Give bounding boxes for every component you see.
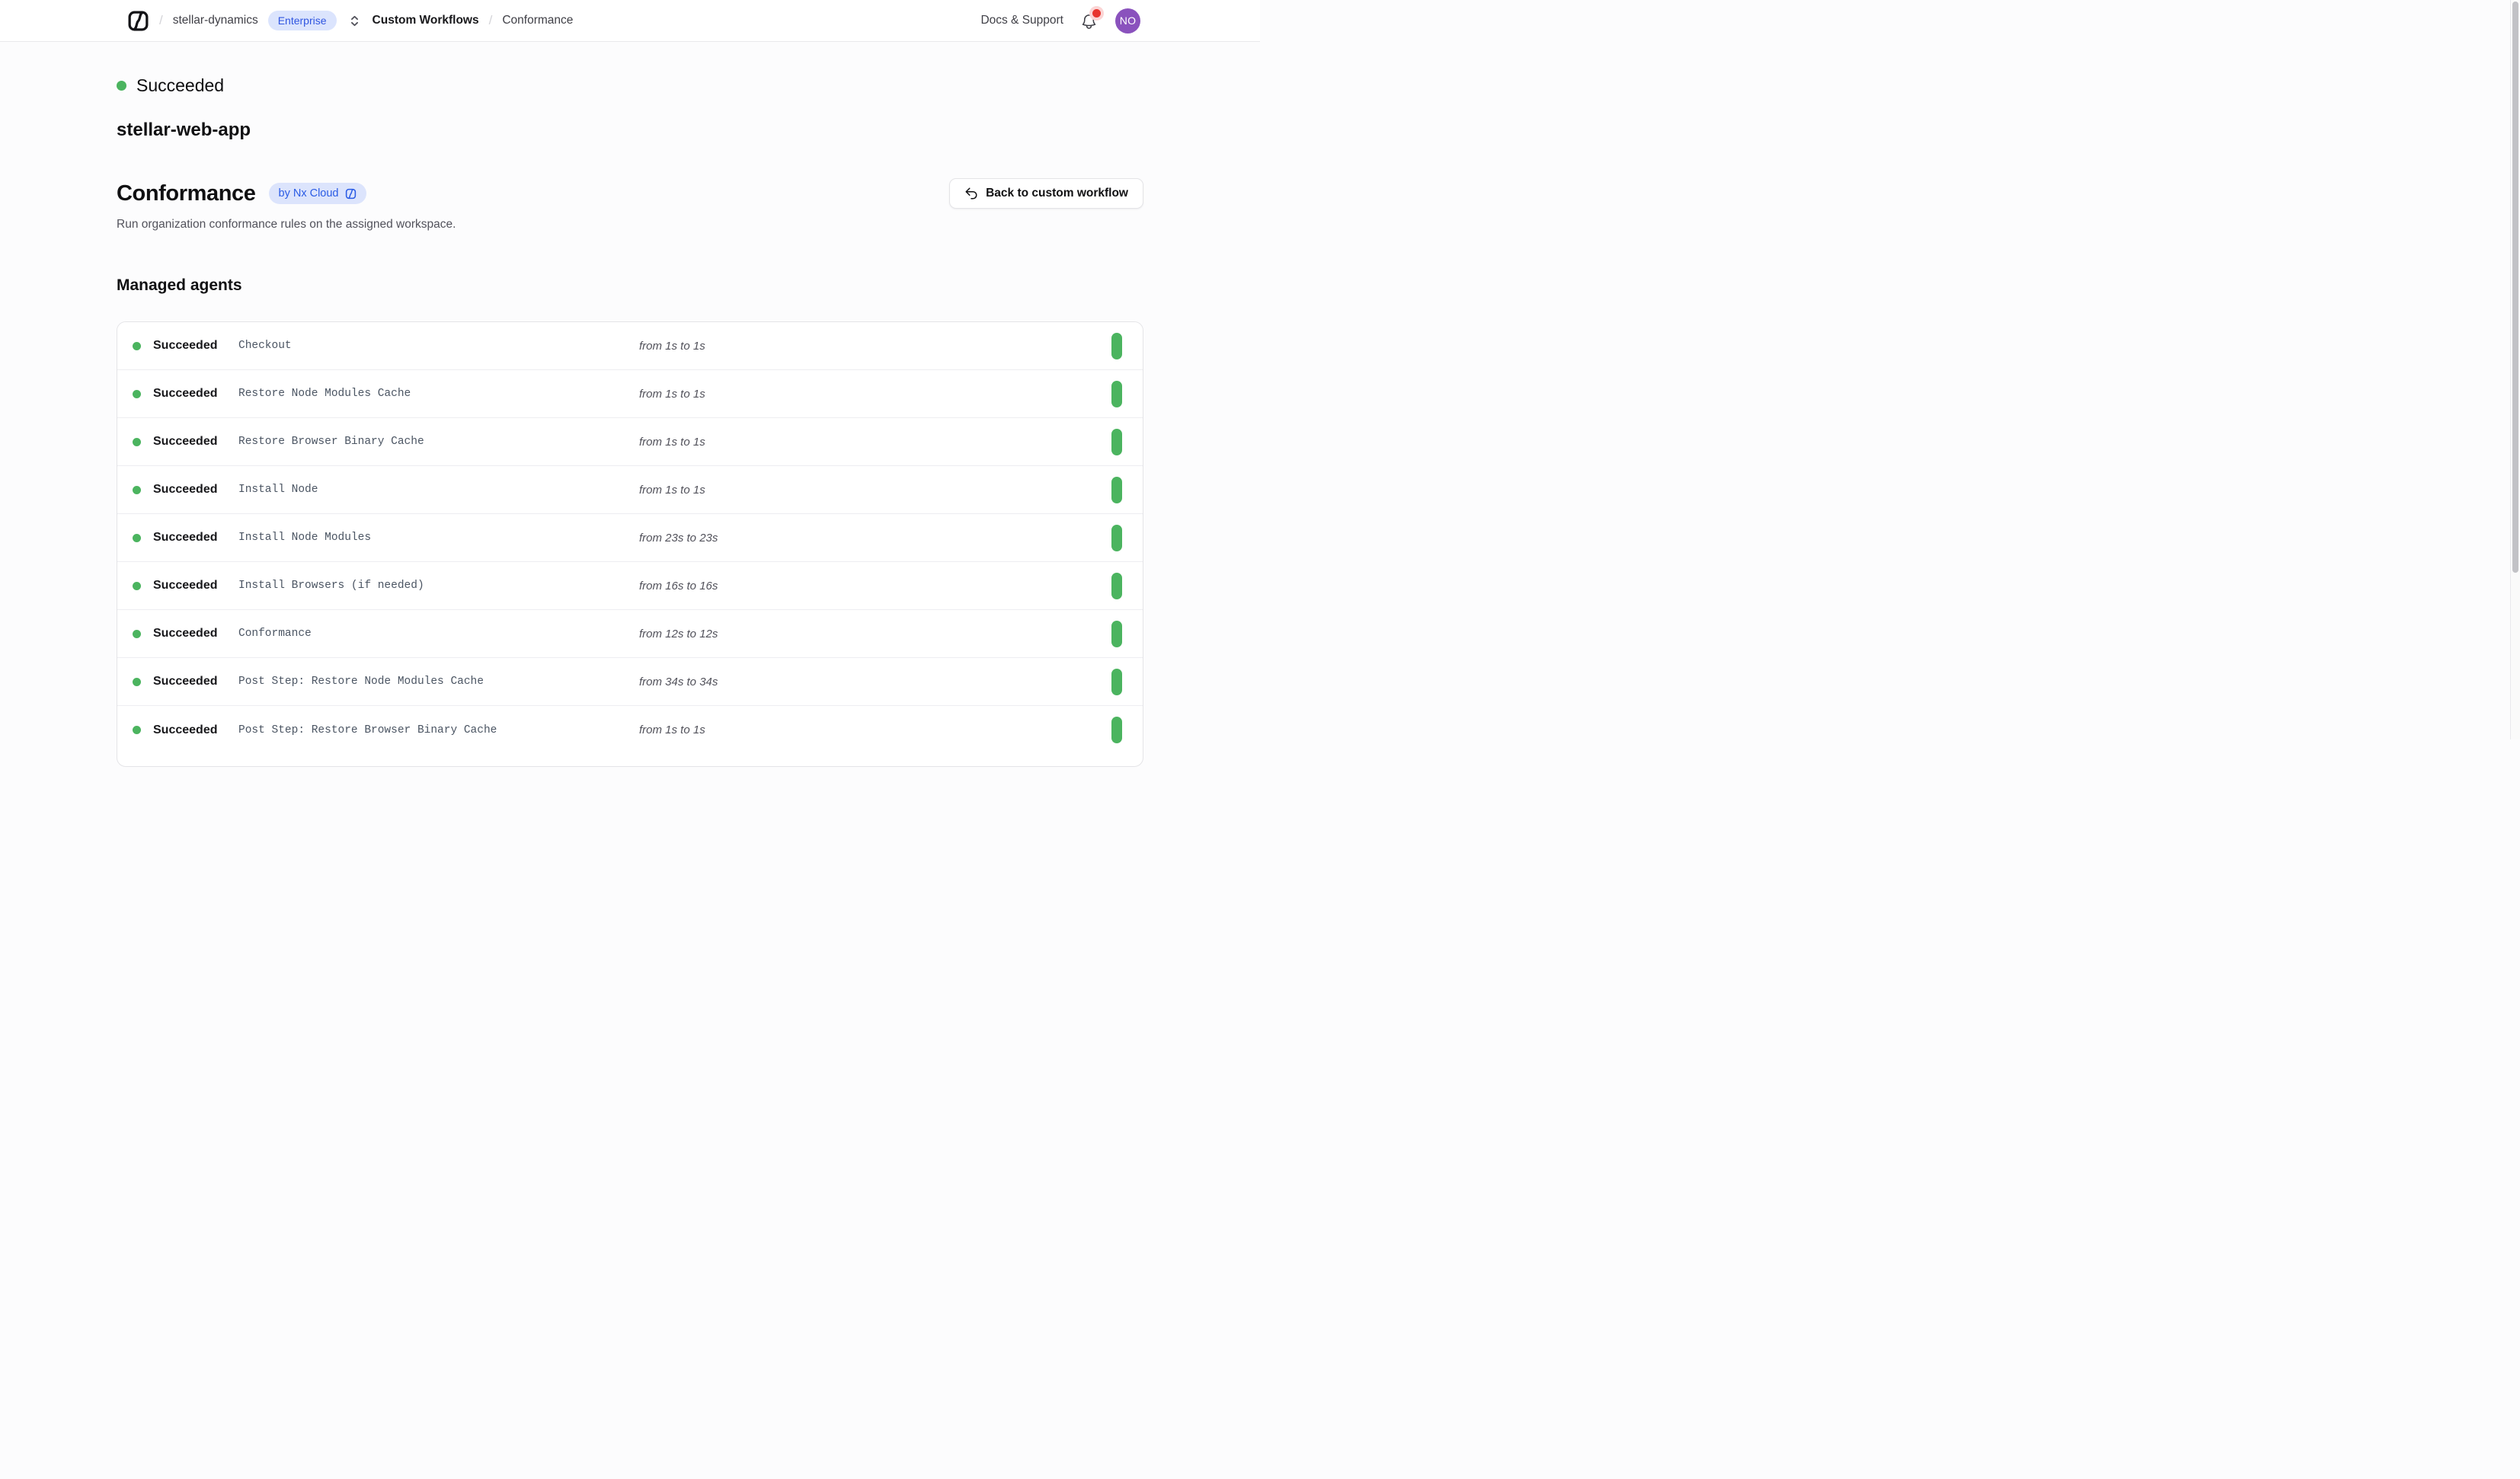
breadcrumb-page[interactable]: Conformance (502, 14, 573, 27)
badge-label: by Nx Cloud (279, 187, 339, 200)
breadcrumb-org[interactable]: stellar-dynamics (173, 14, 258, 27)
agent-row[interactable]: Succeeded Install Browsers (if needed) f… (117, 562, 1143, 610)
row-timeline-bar (1111, 669, 1122, 695)
docs-support-link[interactable]: Docs & Support (980, 14, 1063, 27)
managed-agents-list: Succeeded Checkout from 1s to 1s Succeed… (117, 321, 1143, 767)
status-success-dot (133, 582, 141, 590)
by-nx-cloud-badge[interactable]: by Nx Cloud (269, 183, 366, 204)
agent-row[interactable]: Succeeded Conformance from 12s to 12s (117, 610, 1143, 658)
row-task-name: Restore Node Modules Cache (238, 388, 639, 400)
back-to-custom-workflow-button[interactable]: Back to custom workflow (949, 178, 1143, 209)
row-status-label: Succeeded (153, 627, 238, 640)
breadcrumb-section[interactable]: Custom Workflows (373, 14, 479, 27)
row-timeline-bar (1111, 573, 1122, 599)
row-timeline-bar (1111, 429, 1122, 455)
status-label: Succeeded (136, 75, 224, 96)
section-header: Conformance by Nx Cloud Back to custom w… (117, 178, 1143, 209)
back-button-label: Back to custom workflow (986, 187, 1128, 200)
row-timeline-bar (1111, 525, 1122, 551)
agent-row[interactable]: Succeeded Install Node Modules from 23s … (117, 514, 1143, 562)
row-task-name: Install Browsers (if needed) (238, 580, 639, 592)
row-task-name: Post Step: Restore Browser Binary Cache (238, 724, 639, 736)
section-description: Run organization conformance rules on th… (117, 218, 1143, 232)
agent-row[interactable]: Succeeded Post Step: Restore Node Module… (117, 658, 1143, 706)
breadcrumb-separator: / (489, 13, 493, 28)
row-status-label: Succeeded (153, 724, 238, 737)
status-success-dot (133, 438, 141, 446)
agent-row[interactable]: Succeeded Restore Browser Binary Cache f… (117, 418, 1143, 466)
row-duration: from 1s to 1s (639, 436, 1111, 449)
row-task-name: Restore Browser Binary Cache (238, 436, 639, 448)
bell-icon[interactable] (1080, 11, 1099, 30)
row-status-label: Succeeded (153, 387, 238, 401)
nx-logo[interactable] (127, 10, 149, 32)
section-header-left: Conformance by Nx Cloud (117, 181, 366, 206)
scrollbar-thumb[interactable] (2512, 2, 2518, 573)
row-status-label: Succeeded (153, 675, 238, 688)
breadcrumb-separator: / (159, 13, 163, 28)
nx-logo-icon (345, 188, 357, 200)
row-timeline-bar (1111, 477, 1122, 503)
main-content: Succeeded stellar-web-app Conformance by… (117, 74, 1143, 767)
enterprise-badge[interactable]: Enterprise (268, 11, 337, 30)
row-task-name: Install Node Modules (238, 532, 639, 544)
row-status-label: Succeeded (153, 339, 238, 353)
row-duration: from 1s to 1s (639, 340, 1111, 353)
row-task-name: Install Node (238, 484, 639, 496)
workspace-title: stellar-web-app (117, 120, 1143, 142)
page-title: Conformance (117, 181, 256, 206)
row-status-label: Succeeded (153, 531, 238, 545)
status-success-dot (133, 534, 141, 542)
agent-row[interactable]: Succeeded Restore Node Modules Cache fro… (117, 370, 1143, 418)
row-timeline-bar (1111, 333, 1122, 359)
row-task-name: Checkout (238, 340, 639, 352)
row-duration: from 16s to 16s (639, 580, 1111, 593)
status-success-dot (133, 390, 141, 398)
row-timeline-bar (1111, 381, 1122, 407)
agent-row[interactable]: Succeeded Post Step: Restore Browser Bin… (117, 706, 1143, 754)
row-task-name: Conformance (238, 628, 639, 640)
status-success-dot (133, 726, 141, 734)
arrow-uturn-left-icon (964, 187, 978, 200)
row-duration: from 12s to 12s (639, 628, 1111, 640)
row-duration: from 1s to 1s (639, 724, 1111, 736)
row-duration: from 23s to 23s (639, 532, 1111, 545)
notification-dot (1092, 9, 1101, 18)
chevron-up-down-icon[interactable] (347, 14, 363, 27)
status-success-dot (133, 630, 141, 638)
row-duration: from 34s to 34s (639, 676, 1111, 688)
status-success-dot (133, 678, 141, 686)
scrollbar-track[interactable] (2510, 0, 2520, 740)
row-status-label: Succeeded (153, 579, 238, 593)
row-duration: from 1s to 1s (639, 388, 1111, 401)
status-success-dot (133, 486, 141, 494)
managed-agents-heading: Managed agents (117, 276, 1143, 297)
top-nav: / stellar-dynamics Enterprise Custom Wor… (0, 0, 1260, 42)
status-success-dot (117, 81, 126, 91)
row-task-name: Post Step: Restore Node Modules Cache (238, 676, 639, 688)
row-status-label: Succeeded (153, 435, 238, 449)
agent-row[interactable]: Succeeded Checkout from 1s to 1s (117, 322, 1143, 370)
agent-row[interactable]: Succeeded Install Node from 1s to 1s (117, 466, 1143, 514)
nav-actions: Docs & Support NO (980, 8, 1143, 34)
row-timeline-bar (1111, 717, 1122, 743)
run-status: Succeeded (117, 74, 1143, 97)
row-status-label: Succeeded (153, 483, 238, 497)
breadcrumb: / stellar-dynamics Enterprise Custom Wor… (117, 10, 573, 32)
top-nav-inner: / stellar-dynamics Enterprise Custom Wor… (117, 0, 1143, 41)
row-timeline-bar (1111, 621, 1122, 647)
avatar[interactable]: NO (1115, 8, 1140, 34)
row-duration: from 1s to 1s (639, 484, 1111, 497)
status-success-dot (133, 342, 141, 350)
